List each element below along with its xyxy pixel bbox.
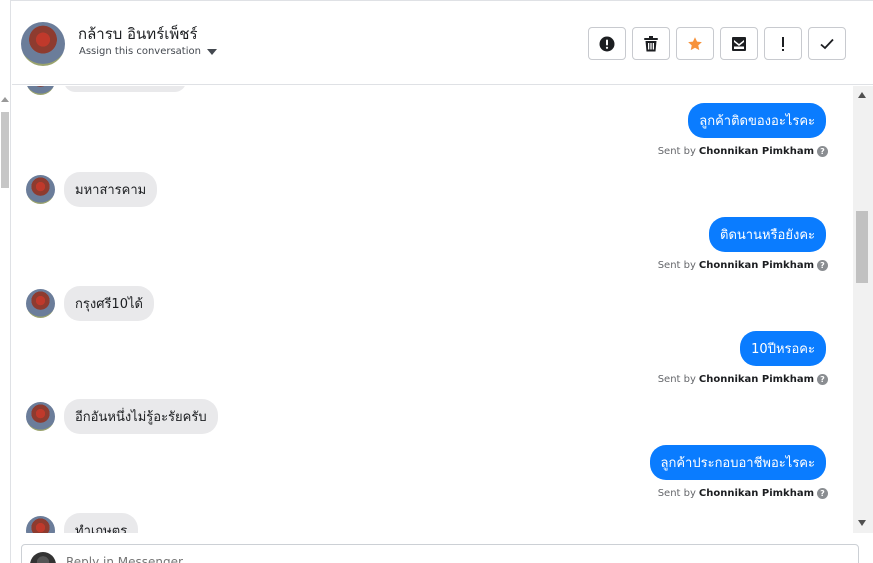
left-scroll-thumb[interactable] (1, 112, 9, 188)
done-check-icon (820, 38, 834, 49)
incoming-message: กรุงศรี10ได้ (26, 286, 154, 321)
left-scrollbar[interactable] (0, 0, 11, 563)
incoming-bubble: กรุงศรี10ได้ (64, 286, 154, 321)
sender-name: Chonnikan Pimkham (698, 488, 814, 499)
assign-label: Assign this conversation (79, 46, 201, 57)
scroll-thumb[interactable] (856, 211, 868, 283)
delete-button[interactable] (632, 27, 670, 60)
sent-by-prefix: Sent by (657, 260, 696, 271)
incoming-bubble: ทำเกษตร (64, 513, 139, 533)
conversation-actions (588, 27, 846, 60)
sent-by-label: Sent by Chonnikan Pimkham ? (658, 260, 828, 271)
outgoing-bubble: ลูกค้าติดของอะไรคะ (688, 103, 826, 138)
message-thread[interactable]: ลูกค้าติดของอะไรคะ Sent by Chonnikan Pim… (12, 86, 853, 533)
left-scroll-up-arrow[interactable] (1, 97, 9, 102)
outgoing-message: ลูกค้าติดของอะไรคะ Sent by Chonnikan Pim… (658, 103, 828, 157)
contact-avatar-small (26, 402, 55, 431)
incoming-bubble: มหาสารคาม (64, 172, 158, 207)
sender-name: Chonnikan Pimkham (698, 146, 814, 157)
sent-by-label: Sent by Chonnikan Pimkham ? (658, 146, 828, 157)
scroll-down-arrow[interactable] (858, 520, 866, 526)
help-icon[interactable]: ? (817, 488, 828, 499)
contact-avatar-small (26, 175, 55, 204)
sent-by-label: Sent by Chonnikan Pimkham ? (658, 374, 828, 385)
mark-done-button[interactable] (808, 27, 846, 60)
outgoing-bubble: ติดนานหรือยังคะ (709, 217, 826, 252)
help-icon[interactable]: ? (817, 146, 828, 157)
trash-icon (644, 35, 658, 51)
important-button[interactable] (764, 27, 802, 60)
sent-by-prefix: Sent by (657, 488, 696, 499)
outgoing-message: ลูกค้าประกอบอาชีพอะไรคะ Sent by Chonnika… (649, 445, 828, 499)
conversation-window: กล้ารบ อินทร์เพ็ชร์ Assign this conversa… (0, 0, 873, 563)
important-icon (782, 36, 784, 51)
reply-composer[interactable] (21, 544, 859, 563)
incoming-bubble (64, 86, 186, 92)
outgoing-bubble: ลูกค้าประกอบอาชีพอะไรคะ (649, 445, 826, 480)
sent-by-label: Sent by Chonnikan Pimkham ? (658, 488, 828, 499)
assign-conversation-dropdown[interactable]: Assign this conversation (79, 46, 217, 57)
contact-avatar-small (26, 86, 55, 95)
outgoing-message: ติดนานหรือยังคะ Sent by Chonnikan Pimkha… (658, 217, 828, 271)
outgoing-bubble: 10ปีหรอคะ (740, 331, 826, 366)
contact-name: กล้ารบ อินทร์เพ็ชร์ (78, 25, 198, 43)
caret-down-icon (206, 48, 217, 55)
help-icon[interactable]: ? (817, 260, 828, 271)
star-button[interactable] (676, 27, 714, 60)
contact-avatar-small (26, 516, 55, 533)
incoming-message: มหาสารคาม (26, 172, 158, 207)
spam-button[interactable] (588, 27, 626, 60)
mark-unread-button[interactable] (720, 27, 758, 60)
sent-by-prefix: Sent by (657, 374, 696, 385)
incoming-message: ทำเกษตร (26, 513, 139, 533)
contact-avatar-small (26, 289, 55, 318)
incoming-message (26, 86, 186, 95)
sender-name: Chonnikan Pimkham (698, 374, 814, 385)
thread-scrollbar[interactable] (853, 86, 873, 533)
conversation-header: กล้ารบ อินทร์เพ็ชร์ Assign this conversa… (12, 5, 873, 85)
outgoing-message: 10ปีหรอคะ Sent by Chonnikan Pimkham ? (658, 331, 828, 385)
incoming-message: อีกอันหนึ่งไม่รู้อะรัยครับ (26, 399, 218, 434)
contact-avatar[interactable] (21, 22, 65, 66)
help-icon[interactable]: ? (817, 374, 828, 385)
incoming-bubble: อีกอันหนึ่งไม่รู้อะรัยครับ (64, 399, 218, 434)
reply-input[interactable] (66, 555, 766, 563)
sent-by-prefix: Sent by (657, 146, 696, 157)
star-icon (688, 36, 702, 50)
agent-avatar (30, 552, 56, 563)
alert-circle-icon (599, 36, 615, 51)
scroll-up-arrow[interactable] (858, 92, 866, 98)
mark-unread-icon (732, 36, 746, 51)
sender-name: Chonnikan Pimkham (698, 260, 814, 271)
